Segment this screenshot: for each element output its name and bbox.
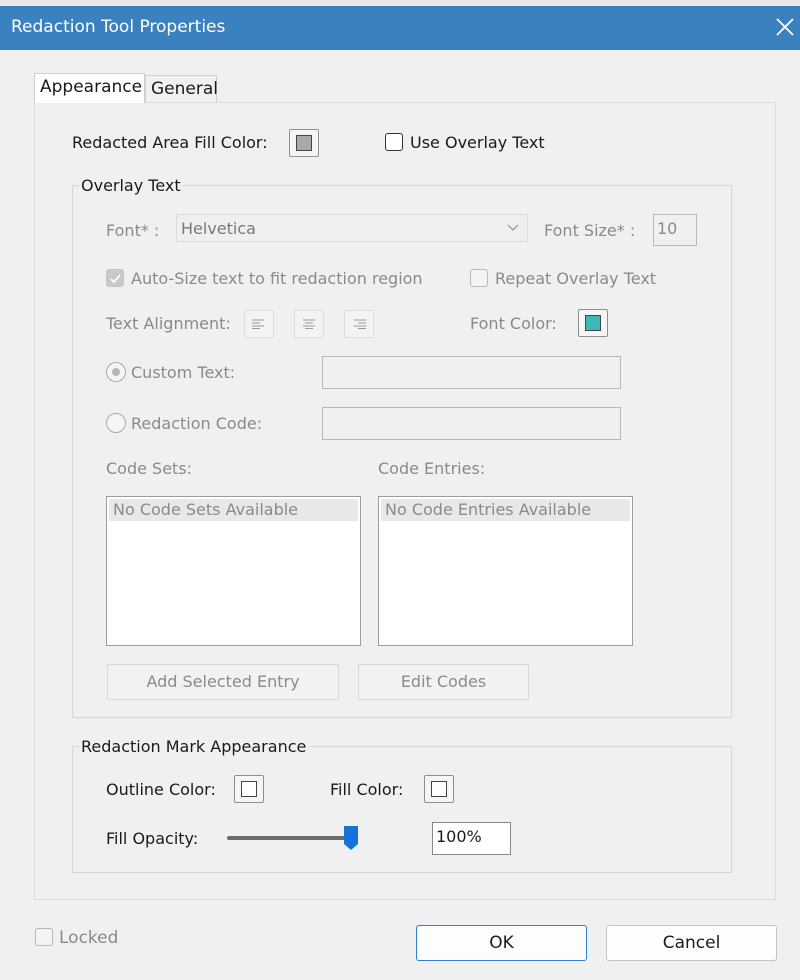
ok-button[interactable]: OK — [416, 925, 587, 961]
use-overlay-label: Use Overlay Text — [410, 133, 545, 152]
use-overlay-checkbox[interactable] — [385, 133, 403, 151]
align-center-icon — [303, 319, 315, 329]
slider-track — [227, 836, 345, 840]
redaction-code-label: Redaction Code: — [131, 414, 263, 433]
overlay-text-legend: Overlay Text — [79, 176, 183, 195]
redaction-code-radio[interactable] — [106, 413, 126, 433]
fill-color-mark-label: Fill Color: — [330, 780, 404, 799]
font-dropdown[interactable]: Helvetica — [176, 214, 528, 242]
tab-appearance-label: Appearance — [40, 77, 143, 97]
edit-codes-button[interactable]: Edit Codes — [358, 664, 529, 700]
add-selected-entry-button[interactable]: Add Selected Entry — [107, 664, 339, 700]
align-left-button[interactable] — [244, 310, 274, 338]
fill-opacity-value: 100% — [436, 827, 482, 846]
custom-text-label: Custom Text: — [131, 363, 236, 382]
cancel-button[interactable]: Cancel — [606, 925, 777, 961]
fill-color-mark-chip — [431, 781, 447, 797]
redaction-code-field[interactable] — [322, 407, 621, 440]
font-label: Font* : — [106, 221, 160, 240]
fill-color-swatch[interactable] — [289, 129, 319, 157]
fill-opacity-field[interactable]: 100% — [432, 822, 511, 855]
font-size-value: 10 — [657, 219, 678, 238]
font-value: Helvetica — [181, 219, 256, 238]
fill-opacity-slider[interactable] — [227, 826, 358, 852]
slider-thumb[interactable] — [344, 826, 358, 850]
chevron-down-icon — [507, 224, 519, 231]
custom-text-radio[interactable] — [106, 362, 126, 382]
font-color-swatch[interactable] — [578, 309, 608, 337]
redaction-mark-group — [72, 746, 732, 873]
font-size-label: Font Size* : — [544, 221, 636, 240]
title-bar: Redaction Tool Properties — [0, 6, 800, 50]
locked-label: Locked — [59, 928, 119, 948]
tab-general-label: General — [151, 79, 218, 99]
list-item[interactable]: No Code Sets Available — [109, 499, 358, 521]
tab-appearance[interactable]: Appearance — [34, 73, 145, 103]
close-icon[interactable] — [774, 16, 796, 38]
repeat-overlay-checkbox[interactable] — [470, 269, 488, 287]
outline-color-label: Outline Color: — [106, 780, 216, 799]
align-left-icon — [252, 319, 264, 329]
align-right-button[interactable] — [344, 310, 374, 338]
list-item[interactable]: No Code Entries Available — [381, 499, 630, 521]
outline-color-swatch[interactable] — [234, 775, 264, 803]
font-color-label: Font Color: — [470, 314, 557, 333]
redaction-mark-legend: Redaction Mark Appearance — [79, 737, 309, 756]
autosize-label: Auto-Size text to fit redaction region — [131, 269, 423, 288]
code-entries-list[interactable]: No Code Entries Available — [378, 496, 633, 646]
font-size-field[interactable]: 10 — [653, 214, 697, 246]
code-entries-label: Code Entries: — [378, 459, 486, 478]
outline-color-chip — [241, 781, 257, 797]
fill-color-mark-swatch[interactable] — [424, 775, 454, 803]
text-alignment-label: Text Alignment: — [106, 314, 231, 333]
fill-opacity-label: Fill Opacity: — [106, 829, 199, 848]
tab-general[interactable]: General — [145, 75, 218, 103]
autosize-checkbox[interactable] — [106, 269, 124, 287]
custom-text-field[interactable] — [322, 356, 621, 389]
window-title: Redaction Tool Properties — [11, 17, 226, 37]
fill-color-chip — [296, 135, 312, 151]
code-sets-label: Code Sets: — [106, 459, 193, 478]
fill-color-label: Redacted Area Fill Color: — [72, 133, 268, 152]
align-center-button[interactable] — [294, 310, 324, 338]
repeat-overlay-label: Repeat Overlay Text — [495, 269, 657, 288]
checkmark-icon — [110, 274, 121, 284]
font-color-chip — [585, 315, 601, 331]
align-right-icon — [354, 319, 366, 329]
locked-checkbox[interactable] — [35, 928, 53, 946]
code-sets-list[interactable]: No Code Sets Available — [106, 496, 361, 646]
